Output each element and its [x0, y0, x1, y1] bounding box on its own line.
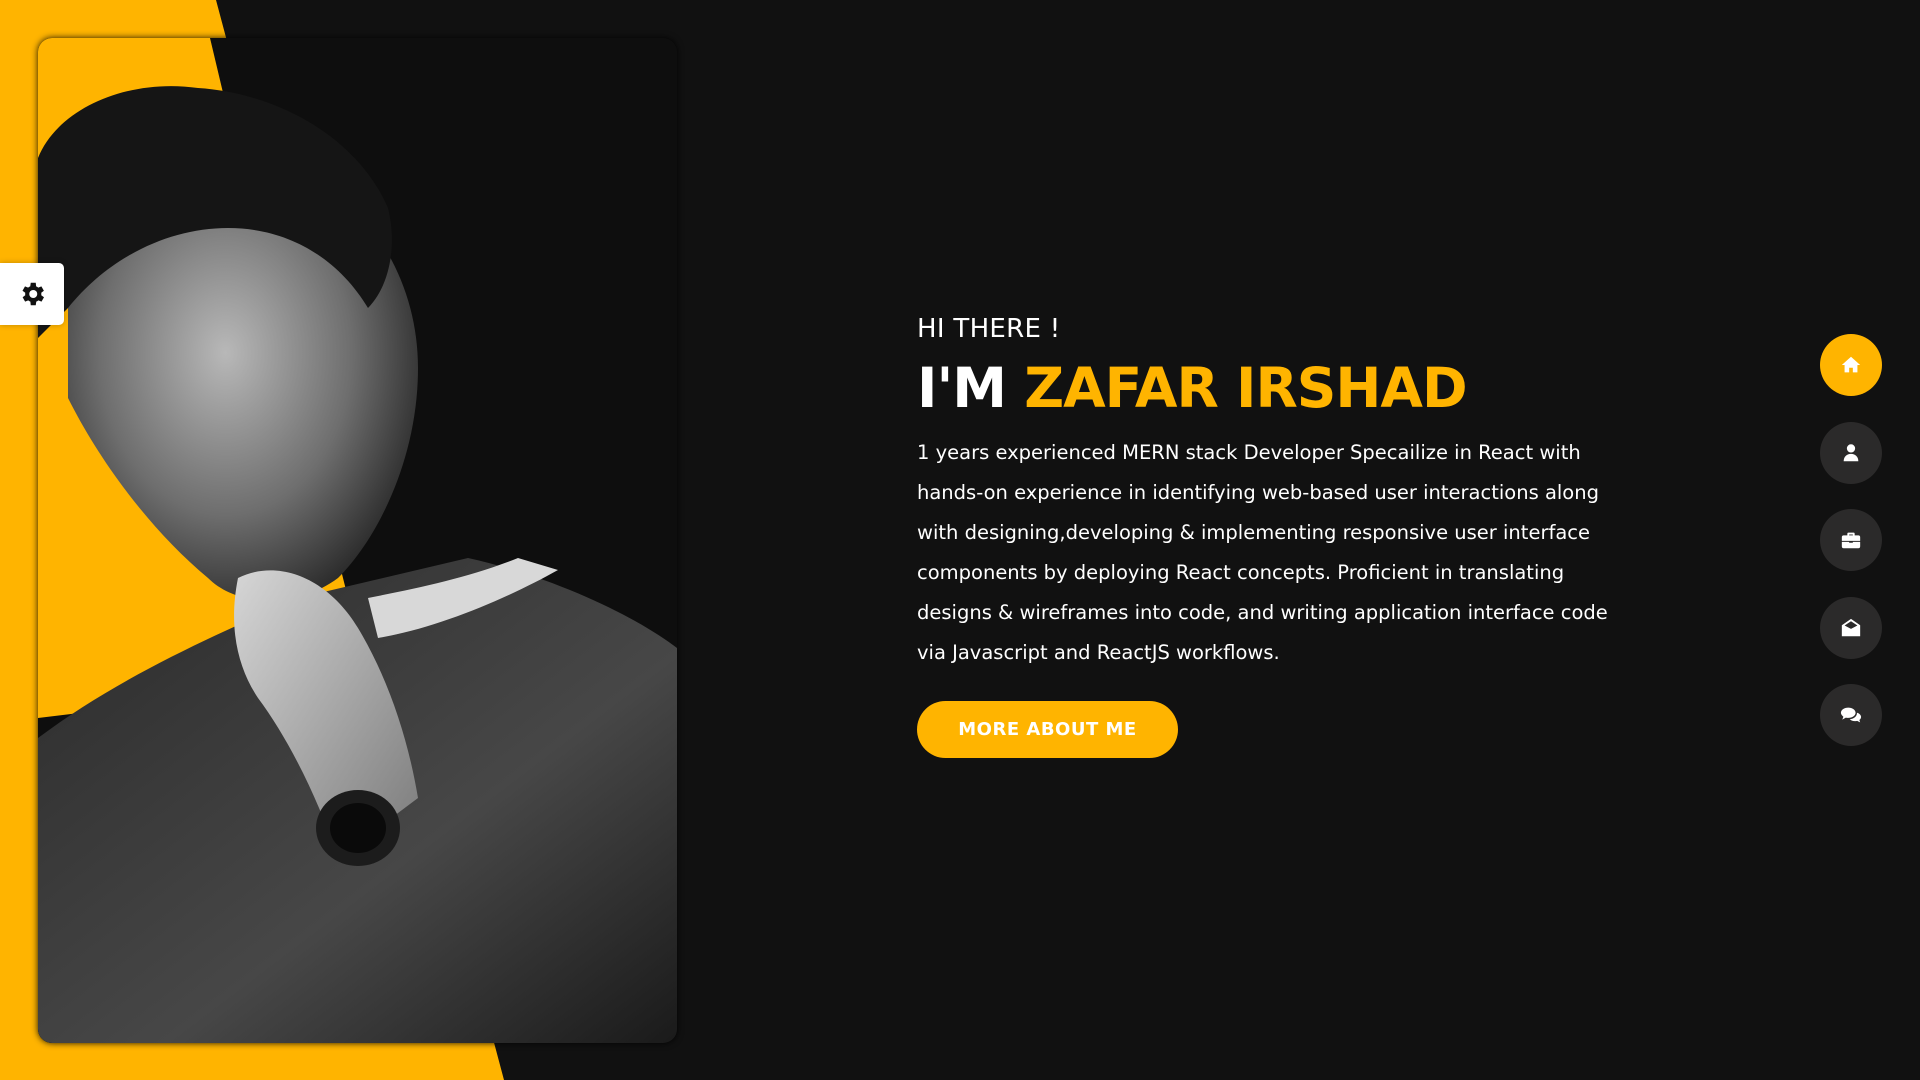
- side-navigation: [1820, 334, 1882, 772]
- nav-contact[interactable]: [1820, 596, 1882, 659]
- home-icon: [1841, 356, 1861, 373]
- bio-paragraph: 1 years experienced MERN stack Developer…: [917, 440, 1608, 664]
- comments-icon: [1840, 707, 1862, 723]
- hero-content: HI THERE ! I'M ZAFAR IRSHAD 1 years expe…: [917, 314, 1617, 758]
- more-about-me-button[interactable]: MORE ABOUT ME: [917, 700, 1178, 758]
- envelope-open-icon: [1841, 618, 1861, 636]
- settings-toggle[interactable]: [0, 263, 64, 325]
- greeting-text: HI THERE !: [917, 314, 1061, 344]
- user-icon: [1843, 443, 1859, 461]
- page-title: I'M ZAFAR IRSHAD: [917, 358, 1617, 419]
- nav-about[interactable]: [1820, 421, 1882, 484]
- nav-blog[interactable]: [1820, 684, 1882, 746]
- gear-icon: [22, 282, 45, 306]
- title-prefix: I'M: [917, 356, 1007, 420]
- nav-home[interactable]: [1820, 334, 1882, 396]
- nav-portfolio[interactable]: [1820, 509, 1882, 571]
- title-name: ZAFAR IRSHAD: [1024, 356, 1467, 420]
- briefcase-icon: [1841, 532, 1861, 549]
- profile-photo: [38, 38, 677, 1043]
- portfolio-home: HI THERE ! I'M ZAFAR IRSHAD 1 years expe…: [0, 0, 1920, 1080]
